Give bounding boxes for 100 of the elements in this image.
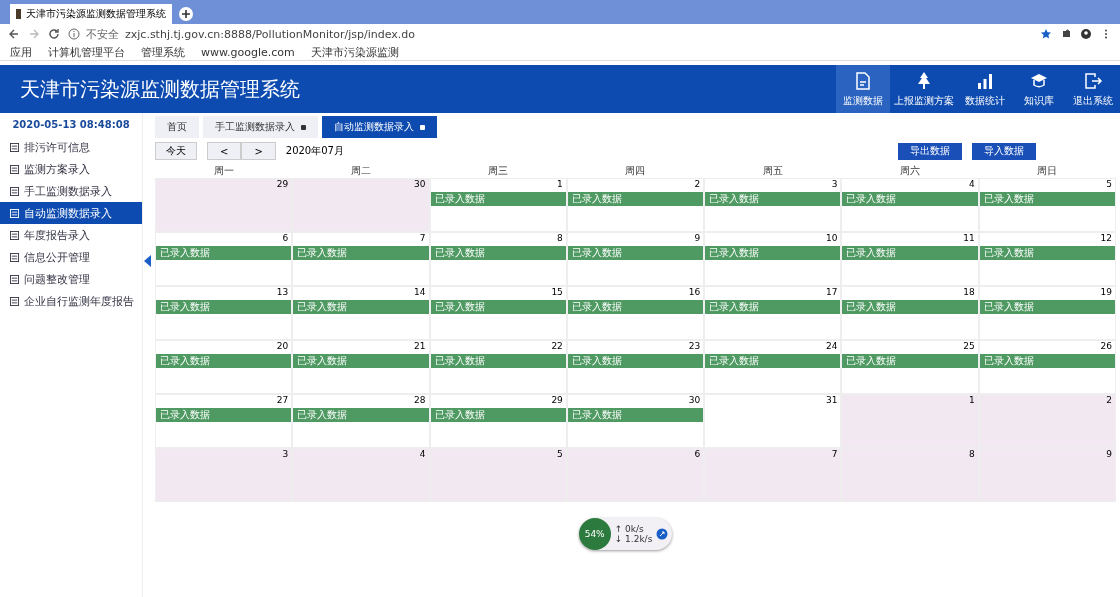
day-cell[interactable]: 8 已录入数据 — [429, 232, 567, 286]
bookmark[interactable]: 管理系统 — [141, 44, 185, 60]
weekday-header: 周三 — [487, 164, 510, 178]
day-cell[interactable]: 18 已录入数据 — [841, 286, 979, 340]
day-cell[interactable]: 9 已录入数据 — [566, 232, 705, 286]
day-cell[interactable]: 10 已录入数据 — [704, 232, 842, 286]
extension-icon[interactable] — [1060, 28, 1072, 40]
day-cell[interactable]: 4 — [292, 448, 430, 502]
today-button[interactable]: 今天 — [155, 142, 197, 160]
day-cell[interactable]: 3 已录入数据 — [704, 178, 842, 232]
day-cell[interactable]: 21 已录入数据 — [292, 340, 430, 394]
day-cell[interactable]: 20 已录入数据 — [155, 340, 293, 394]
url-text: zxjc.sthj.tj.gov.cn:8888/PollutionMonitor/jsp/index.do — [125, 27, 416, 41]
bookmark[interactable]: 计算机管理平台 — [48, 44, 125, 60]
sidebar-item[interactable]: 问题整改管理 — [0, 268, 142, 290]
day-cell[interactable]: 7 — [704, 448, 842, 502]
security-label: 不安全 — [86, 26, 119, 42]
day-cell[interactable]: 2 已录入数据 — [566, 178, 705, 232]
header-action[interactable]: 退出系统 — [1066, 65, 1120, 113]
day-cell[interactable]: 17 已录入数据 — [704, 286, 842, 340]
day-cell[interactable]: 23 已录入数据 — [566, 340, 705, 394]
day-cell[interactable]: 30 — [292, 178, 430, 232]
weekday-header: 周日 — [1036, 164, 1059, 178]
favicon-icon — [16, 9, 21, 19]
weekday-header: 周二 — [349, 164, 372, 178]
browser-tab[interactable]: 天津市污染源监测数据管理系统 — [10, 4, 172, 24]
toolbar-button[interactable]: 导出数据 — [898, 142, 962, 160]
collapse-icon[interactable] — [144, 255, 152, 267]
page-tab[interactable]: 自动监测数据录入 — [322, 116, 437, 138]
day-cell[interactable]: 22 已录入数据 — [429, 340, 567, 394]
list-icon — [10, 142, 19, 152]
day-cell[interactable]: 7 已录入数据 — [292, 232, 430, 286]
day-cell[interactable]: 30 已录入数据 — [566, 394, 705, 448]
weekday-header: 周一 — [212, 164, 235, 178]
day-cell[interactable]: 12 已录入数据 — [978, 232, 1116, 286]
page-tab[interactable]: 首页 — [155, 116, 199, 138]
day-cell[interactable]: 1 — [841, 394, 979, 448]
day-cell[interactable]: 6 — [566, 448, 705, 502]
list-icon — [10, 164, 19, 174]
star-icon[interactable] — [1040, 28, 1052, 40]
close-icon[interactable] — [420, 124, 425, 130]
sidebar-item[interactable]: 排污许可信息 — [0, 136, 142, 158]
day-cell[interactable]: 3 — [155, 448, 293, 502]
new-tab-icon[interactable] — [178, 6, 194, 22]
upload-speed: ↑ 0k/s — [614, 524, 645, 534]
page-tab[interactable]: 手工监测数据录入 — [203, 116, 318, 138]
day-cell[interactable]: 11 已录入数据 — [841, 232, 979, 286]
info-icon[interactable] — [68, 28, 80, 40]
list-icon — [10, 230, 19, 240]
sidebar-item[interactable]: 企业自行监测年度报告 — [0, 290, 142, 312]
toolbar-button[interactable]: 导入数据 — [972, 142, 1036, 160]
day-cell[interactable]: 8 — [841, 448, 979, 502]
weekday-header: 周五 — [761, 164, 784, 178]
app-title: 天津市污染源监测数据管理系统 — [20, 75, 301, 103]
day-cell[interactable]: 31 — [704, 394, 842, 448]
header-action[interactable]: 上报监测方案 — [890, 65, 958, 113]
back-icon[interactable] — [8, 28, 20, 40]
day-cell[interactable]: 28 已录入数据 — [292, 394, 430, 448]
weekday-header: 周六 — [899, 164, 922, 178]
month-label: 2020年07月 — [285, 144, 344, 158]
day-cell[interactable]: 14 已录入数据 — [292, 286, 430, 340]
sidebar-item[interactable]: 年度报告录入 — [0, 224, 142, 246]
document-icon — [853, 70, 873, 91]
day-cell[interactable]: 1 已录入数据 — [429, 178, 567, 232]
sidebar-item[interactable]: 信息公开管理 — [0, 246, 142, 268]
sidebar-item[interactable]: 自动监测数据录入 — [0, 202, 142, 224]
day-cell[interactable]: 9 — [978, 448, 1116, 502]
header-action[interactable]: 监测数据 — [836, 65, 890, 113]
day-cell[interactable]: 29 已录入数据 — [429, 394, 567, 448]
close-icon[interactable] — [301, 124, 306, 130]
sidebar-item[interactable]: 监测方案录入 — [0, 158, 142, 180]
day-cell[interactable]: 27 已录入数据 — [155, 394, 293, 448]
day-cell[interactable]: 29 — [155, 178, 293, 232]
header-action[interactable]: 知识库 — [1012, 65, 1066, 113]
day-cell[interactable]: 26 已录入数据 — [978, 340, 1116, 394]
list-icon — [10, 208, 19, 218]
header-action[interactable]: 数据统计 — [958, 65, 1012, 113]
sidebar-item[interactable]: 手工监测数据录入 — [0, 180, 142, 202]
usage-percent: 54% — [578, 518, 611, 550]
speed-widget[interactable]: 54% ↑ 0k/s ↓ 1.2k/s — [578, 518, 673, 550]
list-icon — [10, 186, 19, 196]
day-cell[interactable]: 6 已录入数据 — [155, 232, 293, 286]
address-field[interactable]: 不安全 zxjc.sthj.tj.gov.cn:8888/PollutionMonitor/jsp/index.do — [68, 26, 1032, 42]
bookmark[interactable]: 天津市污染源监测 — [310, 44, 399, 60]
day-cell[interactable]: 4 已录入数据 — [841, 178, 979, 232]
day-cell[interactable]: 5 — [429, 448, 567, 502]
day-cell[interactable]: 2 — [978, 394, 1116, 448]
day-cell[interactable]: 24 已录入数据 — [704, 340, 842, 394]
bookmark[interactable]: 应用 — [10, 44, 32, 60]
day-cell[interactable]: 19 已录入数据 — [978, 286, 1116, 340]
day-cell[interactable]: 13 已录入数据 — [155, 286, 293, 340]
previous-button[interactable]: < — [207, 142, 242, 160]
bookmark[interactable]: www.google.com — [201, 45, 295, 59]
reload-icon[interactable] — [48, 28, 60, 40]
account-icon[interactable] — [1080, 28, 1092, 40]
day-cell[interactable]: 5 已录入数据 — [978, 178, 1116, 232]
day-cell[interactable]: 15 已录入数据 — [429, 286, 567, 340]
day-cell[interactable]: 16 已录入数据 — [566, 286, 705, 340]
day-cell[interactable]: 25 已录入数据 — [841, 340, 979, 394]
next-button[interactable]: > — [241, 142, 276, 160]
